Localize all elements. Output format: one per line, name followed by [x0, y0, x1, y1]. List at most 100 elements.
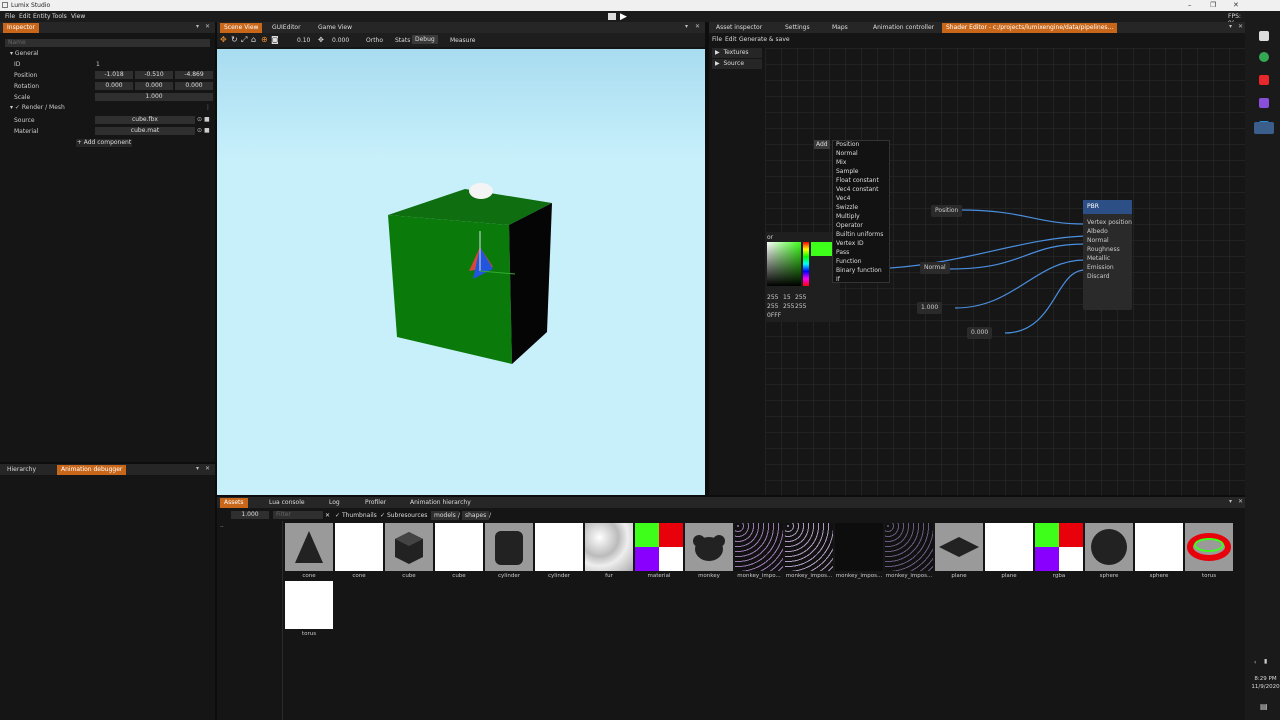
- menu-item-position[interactable]: Position: [836, 141, 859, 148]
- pbr-input-normal[interactable]: Normal: [1087, 237, 1109, 244]
- asset-thumb-plane-2[interactable]: [985, 523, 1033, 571]
- dropdown-icon[interactable]: ▾: [196, 23, 199, 30]
- menu-item-binary-function[interactable]: Binary function: [836, 267, 882, 274]
- picker-hex-value[interactable]: 0FFF: [767, 312, 781, 319]
- asset-thumb-cube-2[interactable]: [435, 523, 483, 571]
- menu-item-function[interactable]: Function: [836, 258, 862, 265]
- chevron-left-icon[interactable]: ‹: [1254, 659, 1256, 666]
- asset-thumb-torus-2[interactable]: [285, 581, 333, 629]
- debug-toggle[interactable]: Debug: [412, 35, 438, 44]
- menu-item-builtin-uniforms[interactable]: Builtin uniforms: [836, 231, 883, 238]
- close-icon[interactable]: ✕: [695, 23, 700, 30]
- tab-animation-controller[interactable]: Animation controller: [869, 23, 938, 33]
- tab-animation-debugger[interactable]: Animation debugger: [57, 465, 127, 475]
- menu-item-mix[interactable]: Mix: [836, 159, 846, 166]
- pbr-input-roughness[interactable]: Roughness: [1087, 246, 1120, 253]
- constant-node-1[interactable]: 1.000: [917, 302, 943, 314]
- minimize-icon[interactable]: –: [1188, 1, 1192, 9]
- tab-settings[interactable]: Settings: [781, 23, 814, 33]
- browse-icon[interactable]: ⊙: [197, 116, 202, 123]
- menu-item-sample[interactable]: Sample: [836, 168, 859, 175]
- add-component-button[interactable]: + Add component: [76, 139, 132, 147]
- dropdown-icon[interactable]: ▾: [1229, 23, 1232, 30]
- close-icon[interactable]: ✕: [1233, 1, 1239, 9]
- stats-toggle[interactable]: Stats: [395, 37, 410, 44]
- asset-thumb-monkey-impostor-4[interactable]: [885, 523, 933, 571]
- snap-value[interactable]: 0.000: [332, 37, 349, 44]
- name-input[interactable]: Name: [5, 39, 210, 47]
- snap-icon[interactable]: ✥: [318, 36, 324, 44]
- shader-menu-generate[interactable]: Generate & save: [739, 36, 790, 43]
- asset-thumb-cube[interactable]: [385, 523, 433, 571]
- measure-toggle[interactable]: Measure: [450, 37, 476, 44]
- taskbar-app-icon[interactable]: [1259, 75, 1269, 85]
- asset-thumb-cone[interactable]: [285, 523, 333, 571]
- constant-node-2[interactable]: 0.000: [967, 327, 993, 339]
- menu-item-normal[interactable]: Normal: [836, 150, 858, 157]
- tree-item-textures[interactable]: ▶ Textures: [712, 48, 762, 58]
- breadcrumb-models[interactable]: models: [431, 511, 459, 520]
- saturation-square[interactable]: [767, 242, 801, 286]
- restore-icon[interactable]: ❐: [1210, 1, 1216, 9]
- asset-thumb-sphere[interactable]: [1085, 523, 1133, 571]
- delete-icon[interactable]: ■: [204, 127, 210, 134]
- shader-menu-file[interactable]: File: [712, 36, 722, 43]
- source-field[interactable]: cube.fbx: [95, 116, 195, 124]
- menu-entity[interactable]: Entity: [33, 13, 51, 20]
- rotation-z-field[interactable]: 0.000: [175, 82, 213, 90]
- menu-item-swizzle[interactable]: Swizzle: [836, 204, 858, 211]
- scale-icon[interactable]: ⤢: [241, 35, 247, 45]
- globe-icon[interactable]: ⊕: [261, 35, 268, 44]
- asset-thumb-fur[interactable]: [585, 523, 633, 571]
- section-general[interactable]: ▾ General: [10, 50, 39, 58]
- picker-h-value[interactable]: 255: [767, 303, 778, 310]
- menu-edit[interactable]: Edit: [19, 13, 31, 20]
- tree-item-source[interactable]: ▶ Source: [712, 59, 762, 69]
- rotation-y-field[interactable]: 0.000: [135, 82, 173, 90]
- tab-asset-inspector[interactable]: Asset inspector: [712, 23, 766, 33]
- menu-view[interactable]: View: [71, 13, 85, 20]
- notification-icon[interactable]: ▤: [1260, 702, 1268, 711]
- delete-icon[interactable]: ■: [204, 116, 210, 123]
- tab-inspector[interactable]: Inspector: [3, 23, 39, 33]
- menu-item-operator[interactable]: Operator: [836, 222, 863, 229]
- subresources-checkbox[interactable]: ✓ Subresources: [380, 512, 427, 519]
- section-render-mesh[interactable]: ▾ ✓ Render / Mesh: [10, 104, 65, 112]
- asset-thumb-monkey-impostor-3[interactable]: [835, 523, 883, 571]
- normal-node[interactable]: Normal: [920, 262, 950, 274]
- asset-thumb-monkey-impostor-2[interactable]: [785, 523, 833, 571]
- position-x-field[interactable]: -1.018: [95, 71, 133, 79]
- thumbnails-checkbox[interactable]: ✓ Thumbnails: [335, 512, 377, 519]
- tab-assets[interactable]: Assets: [220, 498, 248, 508]
- material-field[interactable]: cube.mat: [95, 127, 195, 135]
- menu-file[interactable]: File: [5, 13, 15, 20]
- clear-filter-icon[interactable]: ✕: [325, 512, 330, 519]
- menu-item-pass[interactable]: Pass: [836, 249, 849, 256]
- menu-item-vec4-constant[interactable]: Vec4 constant: [836, 186, 878, 193]
- color-picker[interactable]: or 255 15 255 255 255 255 0FFF: [765, 232, 840, 322]
- menu-item-multiply[interactable]: Multiply: [836, 213, 860, 220]
- home-icon[interactable]: ⌂: [251, 35, 256, 44]
- save-icon[interactable]: [608, 13, 616, 20]
- close-icon[interactable]: ✕: [205, 465, 210, 472]
- menu-dots-icon[interactable]: ⋮: [205, 104, 211, 111]
- tab-animation-hierarchy[interactable]: Animation hierarchy: [406, 498, 475, 508]
- tab-scene-view[interactable]: Scene View: [220, 23, 263, 33]
- scale-field[interactable]: 1.000: [95, 93, 213, 101]
- pbr-input-vertex-position[interactable]: Vertex position: [1087, 219, 1132, 226]
- ortho-toggle[interactable]: Ortho: [366, 37, 383, 44]
- rotation-x-field[interactable]: 0.000: [95, 82, 133, 90]
- pbr-input-discard[interactable]: Discard: [1087, 273, 1110, 280]
- menu-item-vec4[interactable]: Vec4: [836, 195, 850, 202]
- asset-thumb-cone-2[interactable]: [335, 523, 383, 571]
- move-icon[interactable]: ✥: [220, 35, 227, 44]
- asset-thumb-monkey-impostor-1[interactable]: [735, 523, 783, 571]
- taskbar-app-icon[interactable]: [1259, 31, 1269, 41]
- lumix-taskbar-icon[interactable]: [1254, 122, 1274, 134]
- position-y-field[interactable]: -0.510: [135, 71, 173, 79]
- picker-g-value[interactable]: 15: [783, 294, 791, 301]
- dropdown-icon[interactable]: ▾: [196, 465, 199, 472]
- breadcrumb-shapes[interactable]: shapes: [462, 511, 490, 520]
- menu-item-vertex-id[interactable]: Vertex ID: [836, 240, 864, 247]
- tab-hierarchy[interactable]: Hierarchy: [3, 465, 40, 475]
